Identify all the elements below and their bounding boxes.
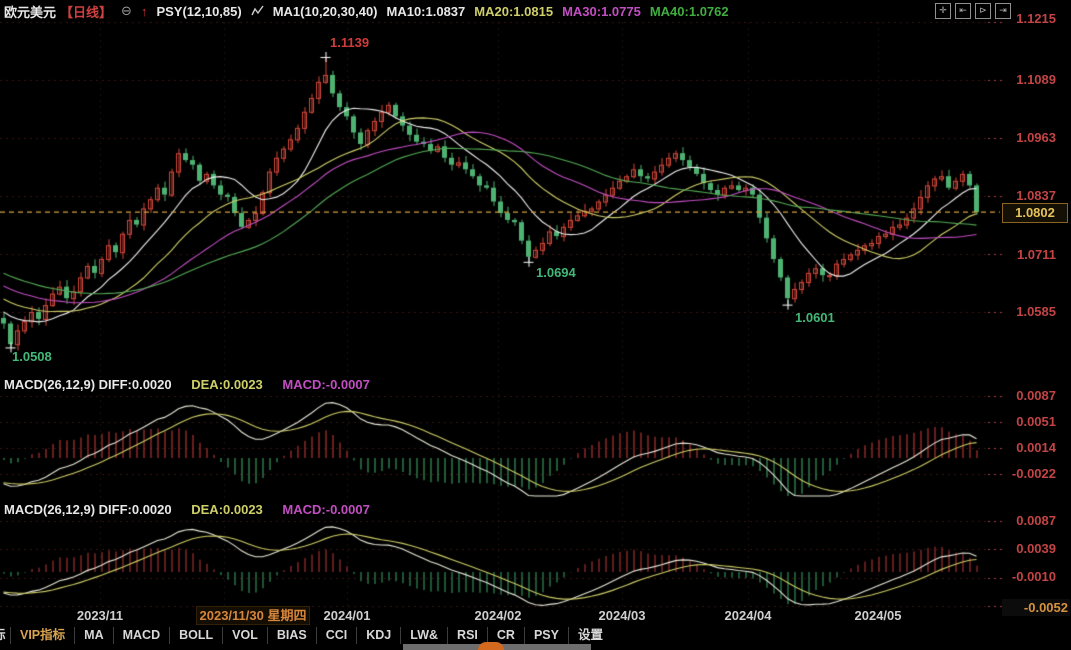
mini-chart-icon [251,5,264,17]
macd1-axis-label: 0.0087 [1016,388,1056,403]
toolbar-item-ma[interactable]: MA [74,626,112,644]
macd2-axis-label: 0.0087 [1016,513,1056,528]
crosshair-value-badge: -0.0052 [1002,599,1070,616]
time-axis-label: 2023/11 [76,608,124,623]
play-pane-icon[interactable]: ⊳ [975,3,991,19]
toolbar-item-rsi[interactable]: RSI [447,626,487,644]
price-axis-label: 1.0585 [1016,304,1056,319]
macd2-dea-value: DEA:0.0023 [191,502,263,517]
macd1-axis-label: -0.0022 [1011,466,1056,481]
top-indicator-bar: 欧元美元 【日线】 ⊖ ↑ PSY(12,10,85) MA1(10,20,30… [4,0,729,22]
toolbar-item-boll[interactable]: BOLL [169,626,222,644]
compress-pane-icon[interactable]: ⇤ [955,3,971,19]
time-axis-label: 2024/02 [474,608,522,623]
macd2-header: MACD(26,12,9) DIFF:0.0020 DEA:0.0023 MAC… [4,502,370,518]
chart-tool-buttons: ✛ ⇤ ⊳ ⇥ [935,3,1011,19]
macd1-header: MACD(26,12,9) DIFF:0.0020 DEA:0.0023 MAC… [4,377,370,393]
price-axis-label: 1.0711 [1016,247,1056,262]
low-annotation-feb: 1.0694 [536,265,576,280]
ma40-value: MA40:1.0762 [649,3,729,19]
price-axis-label: 1.0963 [1016,130,1056,145]
macd2-axis-label: -0.0010 [1011,569,1056,584]
toolbar-item-bias[interactable]: BIAS [266,626,316,644]
low-annotation-apr: 1.0601 [795,310,835,325]
time-axis-label: 2024/03 [598,608,646,623]
crosshair-date-badge: 2023/11/30 星期四 [196,606,310,625]
chart-window: 欧元美元 【日线】 ⊖ ↑ PSY(12,10,85) MA1(10,20,30… [0,0,1071,650]
toolbar-item-psy[interactable]: PSY [523,626,568,644]
time-axis-label: 2024/05 [854,608,902,623]
toolbar-item-macd[interactable]: MACD [112,626,170,644]
macd1-dea-value: DEA:0.0023 [191,377,263,392]
macd1-diff-value: MACD(26,12,9) DIFF:0.0020 [4,377,172,392]
ma20-value: MA20:1.0815 [474,3,554,19]
macd2-macd-value: MACD:-0.0007 [282,502,370,517]
ma-group-label: MA1(10,20,30,40) [272,3,378,19]
time-axis-label: 2024/04 [724,608,772,623]
ma10-value: MA10:1.0837 [386,3,466,19]
psy-indicator-label: PSY(12,10,85) [156,3,242,19]
up-arrow-icon: ↑ [140,3,148,19]
toolbar-item-lw[interactable]: LW& [400,626,447,644]
macd1-axis-label: 0.0014 [1016,440,1056,455]
toolbar-item-cci[interactable]: CCI [315,626,357,644]
ma30-value: MA30:1.0775 [562,3,641,19]
price-axis-label: 1.1215 [1016,11,1056,26]
pan-tool-icon[interactable]: ✛ [935,3,951,19]
price-axis-label: 1.0837 [1016,188,1056,203]
symbol-name: 欧元美元 [4,4,57,20]
macd2-diff-value: MACD(26,12,9) DIFF:0.0020 [4,502,172,517]
toolbar-item-settings[interactable]: 设置 [567,626,612,644]
chart-canvas[interactable] [0,0,1071,650]
time-axis-label: 2024/01 [323,608,371,623]
toolbar-item-vol[interactable]: VOL [222,626,267,644]
toolbar-item-cr[interactable]: CR [486,626,524,644]
high-annotation: 1.1139 [330,35,370,50]
macd2-axis-label: 0.0039 [1016,541,1056,556]
low-annotation-oct: 1.0508 [12,349,52,364]
period-label: 【日线】 [60,4,113,20]
last-price-badge: 1.0802 [1002,203,1068,223]
macd1-axis-label: 0.0051 [1016,414,1056,429]
toolbar-item-vip[interactable]: VIP指标 [10,626,74,644]
indicator-toolbar: VIP指标 MA MACD BOLL VOL BIAS CCI KDJ LW& … [10,626,612,644]
collapse-icon[interactable]: ⊖ [121,3,132,19]
toolbar-item-kdj[interactable]: KDJ [356,626,400,644]
panel-handle-icon[interactable] [478,642,504,650]
price-axis-label: 1.1089 [1016,72,1056,87]
clipped-toolbar-label: 标 [0,626,6,644]
macd1-macd-value: MACD:-0.0007 [282,377,370,392]
